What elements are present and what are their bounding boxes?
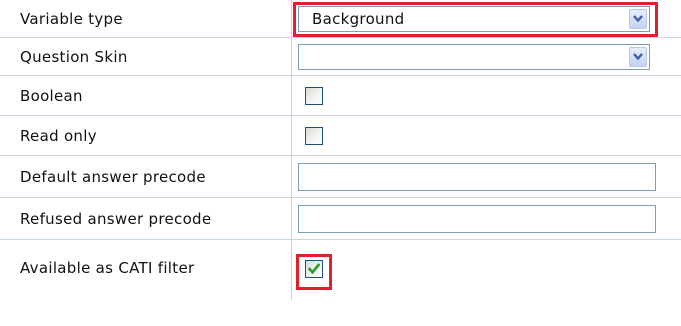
default-answer-precode-label: Default answer precode: [0, 156, 292, 197]
variable-type-value: Background: [312, 10, 405, 28]
row-default-answer-precode: Default answer precode: [0, 156, 681, 198]
row-variable-type: Variable type Background: [0, 0, 681, 38]
row-question-skin: Question Skin: [0, 38, 681, 76]
refused-answer-precode-field[interactable]: [298, 205, 656, 233]
chevron-down-icon: [633, 15, 643, 23]
variable-type-select[interactable]: Background: [298, 6, 650, 32]
available-as-cati-filter-checkbox[interactable]: [305, 260, 323, 278]
question-skin-select[interactable]: [298, 44, 650, 70]
row-read-only: Read only: [0, 116, 681, 156]
property-grid: Variable type Background Question Skin B…: [0, 0, 681, 326]
read-only-label: Read only: [0, 116, 292, 155]
checkmark-icon: [308, 263, 320, 275]
variable-type-label: Variable type: [0, 0, 292, 37]
default-answer-precode-field[interactable]: [298, 163, 656, 191]
boolean-checkbox[interactable]: [305, 87, 323, 105]
row-available-as-cati-filter: Available as CATI filter: [0, 240, 681, 300]
chevron-down-icon: [633, 53, 643, 61]
row-boolean: Boolean: [0, 76, 681, 116]
read-only-checkbox[interactable]: [305, 127, 323, 145]
row-refused-answer-precode: Refused answer precode: [0, 198, 681, 240]
refused-answer-precode-label: Refused answer precode: [0, 198, 292, 239]
boolean-label: Boolean: [0, 76, 292, 115]
variable-type-dropdown-button[interactable]: [629, 9, 647, 29]
question-skin-dropdown-button[interactable]: [629, 47, 647, 67]
question-skin-label: Question Skin: [0, 38, 292, 75]
available-as-cati-filter-label: Available as CATI filter: [0, 240, 292, 300]
